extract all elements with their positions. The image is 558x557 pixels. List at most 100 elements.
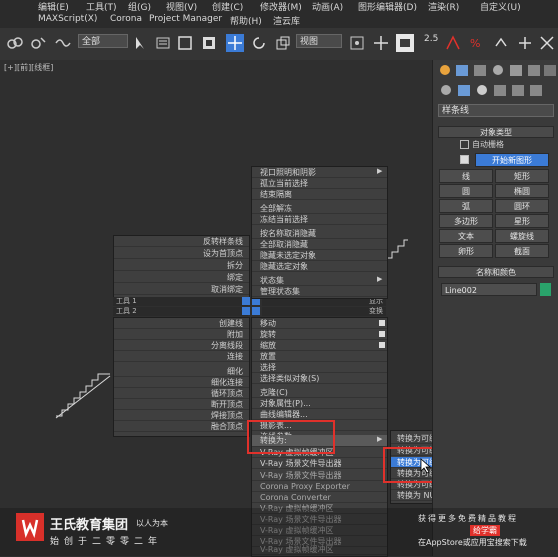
option-box-icon[interactable] [379, 320, 385, 326]
viewport-label[interactable]: [+][前][线框] [4, 62, 53, 73]
object-type-rollout[interactable]: 对象类型 [438, 126, 554, 138]
object-color-swatch[interactable] [540, 283, 551, 296]
option-box-icon[interactable] [379, 331, 385, 337]
start-new-shape-checkbox[interactable] [460, 155, 469, 164]
menu-item-unbind[interactable]: 取消绑定 [114, 284, 249, 295]
menu-item-vray-scene-exporter-2[interactable]: V-Ray 场景文件导出器 [252, 470, 387, 481]
menu-project-manager[interactable]: Project Manager [149, 14, 222, 24]
object-name-field[interactable]: Line002 [441, 283, 537, 296]
reference-coord-dropdown[interactable]: 视图 [296, 34, 342, 48]
menu-item-vray-scene-exporter[interactable]: V-Ray 场景文件导出器 [252, 458, 387, 469]
submenu-arrow-icon: ▶ [377, 435, 383, 443]
create-ngon-button[interactable]: 多边形 [439, 214, 493, 228]
menu-item-manage-state-sets[interactable]: 管理状态集 [252, 286, 387, 297]
menu-maxscript[interactable]: MAXScript(X) [38, 14, 97, 24]
create-text-button[interactable]: 文本 [439, 229, 493, 243]
menu-item-divide[interactable]: 拆分 [114, 260, 249, 271]
menu-item-detach-segment[interactable]: 分离线段 [114, 340, 249, 351]
menu-item-cycle-vertices[interactable]: 循环顶点 [114, 388, 249, 399]
select-scale-icon[interactable] [274, 34, 292, 52]
percent-snap-icon[interactable]: % [468, 34, 486, 52]
select-by-name-icon[interactable] [154, 34, 172, 52]
menu-item-unhide-by-name[interactable]: 按名称取消隐藏 [252, 228, 387, 239]
select-manipulate-icon[interactable] [372, 34, 390, 52]
bind-spacewarp-icon[interactable] [54, 34, 72, 52]
menu-item-unhide-all[interactable]: 全部取消隐藏 [252, 239, 387, 250]
create-helix-button[interactable]: 螺旋线 [495, 229, 549, 243]
menu-item-hide-selection[interactable]: 隐藏选定对象 [252, 261, 387, 272]
menu-item-hide-unselected[interactable]: 隐藏未选定对象 [252, 250, 387, 261]
menu-item-refine-connect[interactable]: 细化连接 [114, 377, 249, 388]
quad-left-top: 反转样条线 设为首顶点 拆分 绑定 取消绑定 [113, 235, 250, 300]
select-move-icon[interactable] [226, 34, 244, 52]
menu-render-cloud[interactable]: 渲云库 [273, 14, 300, 27]
selection-filter-dropdown[interactable]: 全部 [78, 34, 128, 48]
create-ellipse-button[interactable]: 椭圆 [495, 184, 549, 198]
menu-item-end-isolate[interactable]: 结束隔离 [252, 189, 387, 200]
promo-line1: 获得更多免费精品教程 [418, 514, 518, 523]
menu-item-break-vertices[interactable]: 断开顶点 [114, 399, 249, 410]
pivot-center-icon[interactable] [348, 34, 366, 52]
create-circle-button[interactable]: 圆 [439, 184, 493, 198]
menu-item-refine[interactable]: 细化 [114, 366, 249, 377]
menu-corona[interactable]: Corona [110, 14, 142, 24]
menu-item-bind[interactable]: 绑定 [114, 272, 249, 283]
menu-item-object-properties[interactable]: 对象属性(P)... [252, 398, 387, 409]
create-egg-button[interactable]: 卵形 [439, 244, 493, 258]
quad-center-square-1[interactable] [242, 297, 250, 305]
named-selection-icon[interactable] [516, 34, 534, 52]
menu-item-make-first[interactable]: 设为首顶点 [114, 248, 249, 259]
stair-shape-bottom[interactable] [54, 370, 114, 420]
option-box-icon[interactable] [379, 342, 385, 348]
create-arc-button[interactable]: 弧 [439, 199, 493, 213]
name-color-rollout[interactable]: 名称和颜色 [438, 266, 554, 278]
create-star-button[interactable]: 星形 [495, 214, 549, 228]
quad-center-square-4[interactable] [252, 307, 260, 315]
menu-item-reverse-spline[interactable]: 反转样条线 [114, 236, 249, 247]
select-object-icon[interactable] [132, 34, 150, 52]
menu-item-unfreeze-all[interactable]: 全部解冻 [252, 203, 387, 214]
start-new-shape-button[interactable]: 开始新图形 [475, 153, 549, 167]
menu-item-freeze-selection[interactable]: 冻结当前选择 [252, 214, 387, 225]
menu-item-curve-editor[interactable]: 曲线编辑器... [252, 409, 387, 420]
menu-item-isolate-selection[interactable]: 孤立当前选择 [252, 178, 387, 189]
menu-item-scale[interactable]: 缩放 [252, 340, 387, 351]
menu-item-place[interactable]: 放置 [252, 351, 387, 362]
create-rectangle-button[interactable]: 矩形 [495, 169, 549, 183]
company-logo-icon [16, 513, 44, 541]
menu-item-corona-converter[interactable]: Corona Converter [252, 492, 387, 503]
menu-item-attach[interactable]: 附加 [114, 329, 249, 340]
menu-item-select[interactable]: 选择 [252, 362, 387, 373]
mirror-icon[interactable] [538, 34, 556, 52]
menu-item-create-line[interactable]: 创建线 [114, 318, 249, 329]
menu-help[interactable]: 帮助(H) [230, 14, 262, 27]
angle-snap-icon[interactable] [444, 34, 462, 52]
create-donut-button[interactable]: 圆环 [495, 199, 549, 213]
unlink-icon[interactable] [30, 34, 48, 52]
create-section-button[interactable]: 截面 [495, 244, 549, 258]
menu-item-select-similar[interactable]: 选择类似对象(S) [252, 373, 387, 384]
window-crossing-icon[interactable] [200, 34, 218, 52]
menu-item-fuse-vertices[interactable]: 融合顶点 [114, 421, 249, 432]
create-line-button[interactable]: 线 [439, 169, 493, 183]
command-panel-tabs [440, 65, 556, 76]
menu-item-weld-vertices[interactable]: 焊接顶点 [114, 410, 249, 421]
rect-selection-icon[interactable] [176, 34, 194, 52]
select-rotate-icon[interactable] [250, 34, 268, 52]
submenu-arrow-icon: ▶ [377, 167, 383, 175]
menu-item-clone[interactable]: 克隆(C) [252, 387, 387, 398]
link-icon[interactable] [6, 34, 24, 52]
menu-item-rotate[interactable]: 旋转 [252, 329, 387, 340]
menu-item-corona-proxy-exporter[interactable]: Corona Proxy Exporter [252, 481, 387, 492]
promo-line3: 在AppStore或应用宝搜索下载 [418, 538, 527, 547]
shape-type-dropdown[interactable]: 样条线 [438, 104, 554, 117]
keyboard-shortcut-icon[interactable] [396, 34, 414, 52]
quad-center-square-3[interactable] [242, 307, 250, 315]
menu-item-connect[interactable]: 连接 [114, 351, 249, 362]
menu-item-move[interactable]: 移动 [252, 318, 387, 329]
snap-toggle[interactable]: 2.5 [424, 34, 438, 44]
spinner-snap-icon[interactable] [492, 34, 510, 52]
menu-item-state-sets[interactable]: 状态集 [252, 275, 387, 286]
autogrid-checkbox[interactable] [460, 140, 469, 149]
menu-item-viewport-lighting[interactable]: 视口照明和阴影 [252, 167, 387, 178]
